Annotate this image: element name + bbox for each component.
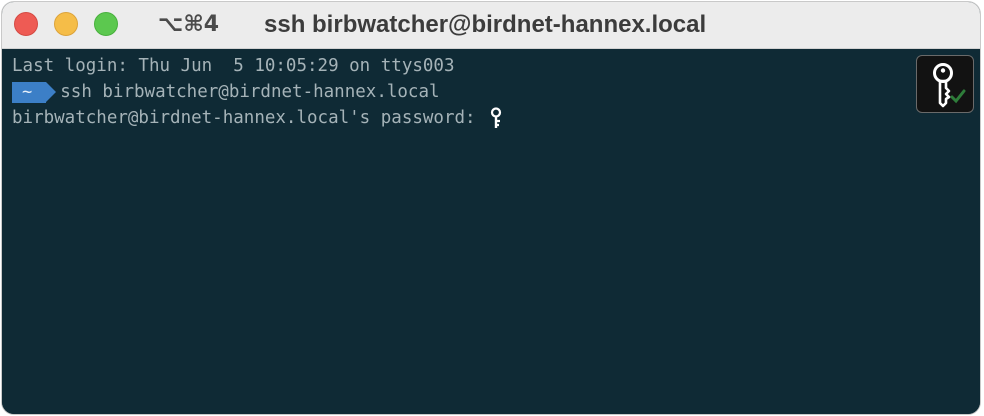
terminal-window: ⌥⌘4 ssh birbwatcher@birdnet-hannex.local… — [2, 2, 980, 414]
last-login-line: Last login: Thu Jun 5 10:05:29 on ttys00… — [12, 56, 455, 76]
maximize-button[interactable] — [94, 12, 118, 36]
terminal-content[interactable]: Last login: Thu Jun 5 10:05:29 on ttys00… — [2, 49, 980, 414]
window-title: ssh birbwatcher@birdnet-hannex.local — [264, 11, 707, 38]
window-shortcut: ⌥⌘4 — [158, 12, 220, 37]
password-key-button[interactable] — [916, 55, 974, 113]
prompt-directory-badge: ~ — [12, 81, 57, 103]
close-button[interactable] — [14, 12, 38, 36]
key-icon — [933, 63, 966, 108]
password-line: birbwatcher@birdnet-hannex.local's passw… — [12, 106, 504, 130]
minimize-button[interactable] — [54, 12, 78, 36]
command-text: ssh birbwatcher@birdnet-hannex.local — [60, 82, 440, 102]
title-bar[interactable]: ⌥⌘4 ssh birbwatcher@birdnet-hannex.local — [2, 2, 980, 49]
key-icon — [490, 107, 504, 129]
password-prompt: birbwatcher@birdnet-hannex.local's passw… — [12, 108, 487, 128]
command-line: ~ ssh birbwatcher@birdnet-hannex.local — [12, 80, 440, 104]
